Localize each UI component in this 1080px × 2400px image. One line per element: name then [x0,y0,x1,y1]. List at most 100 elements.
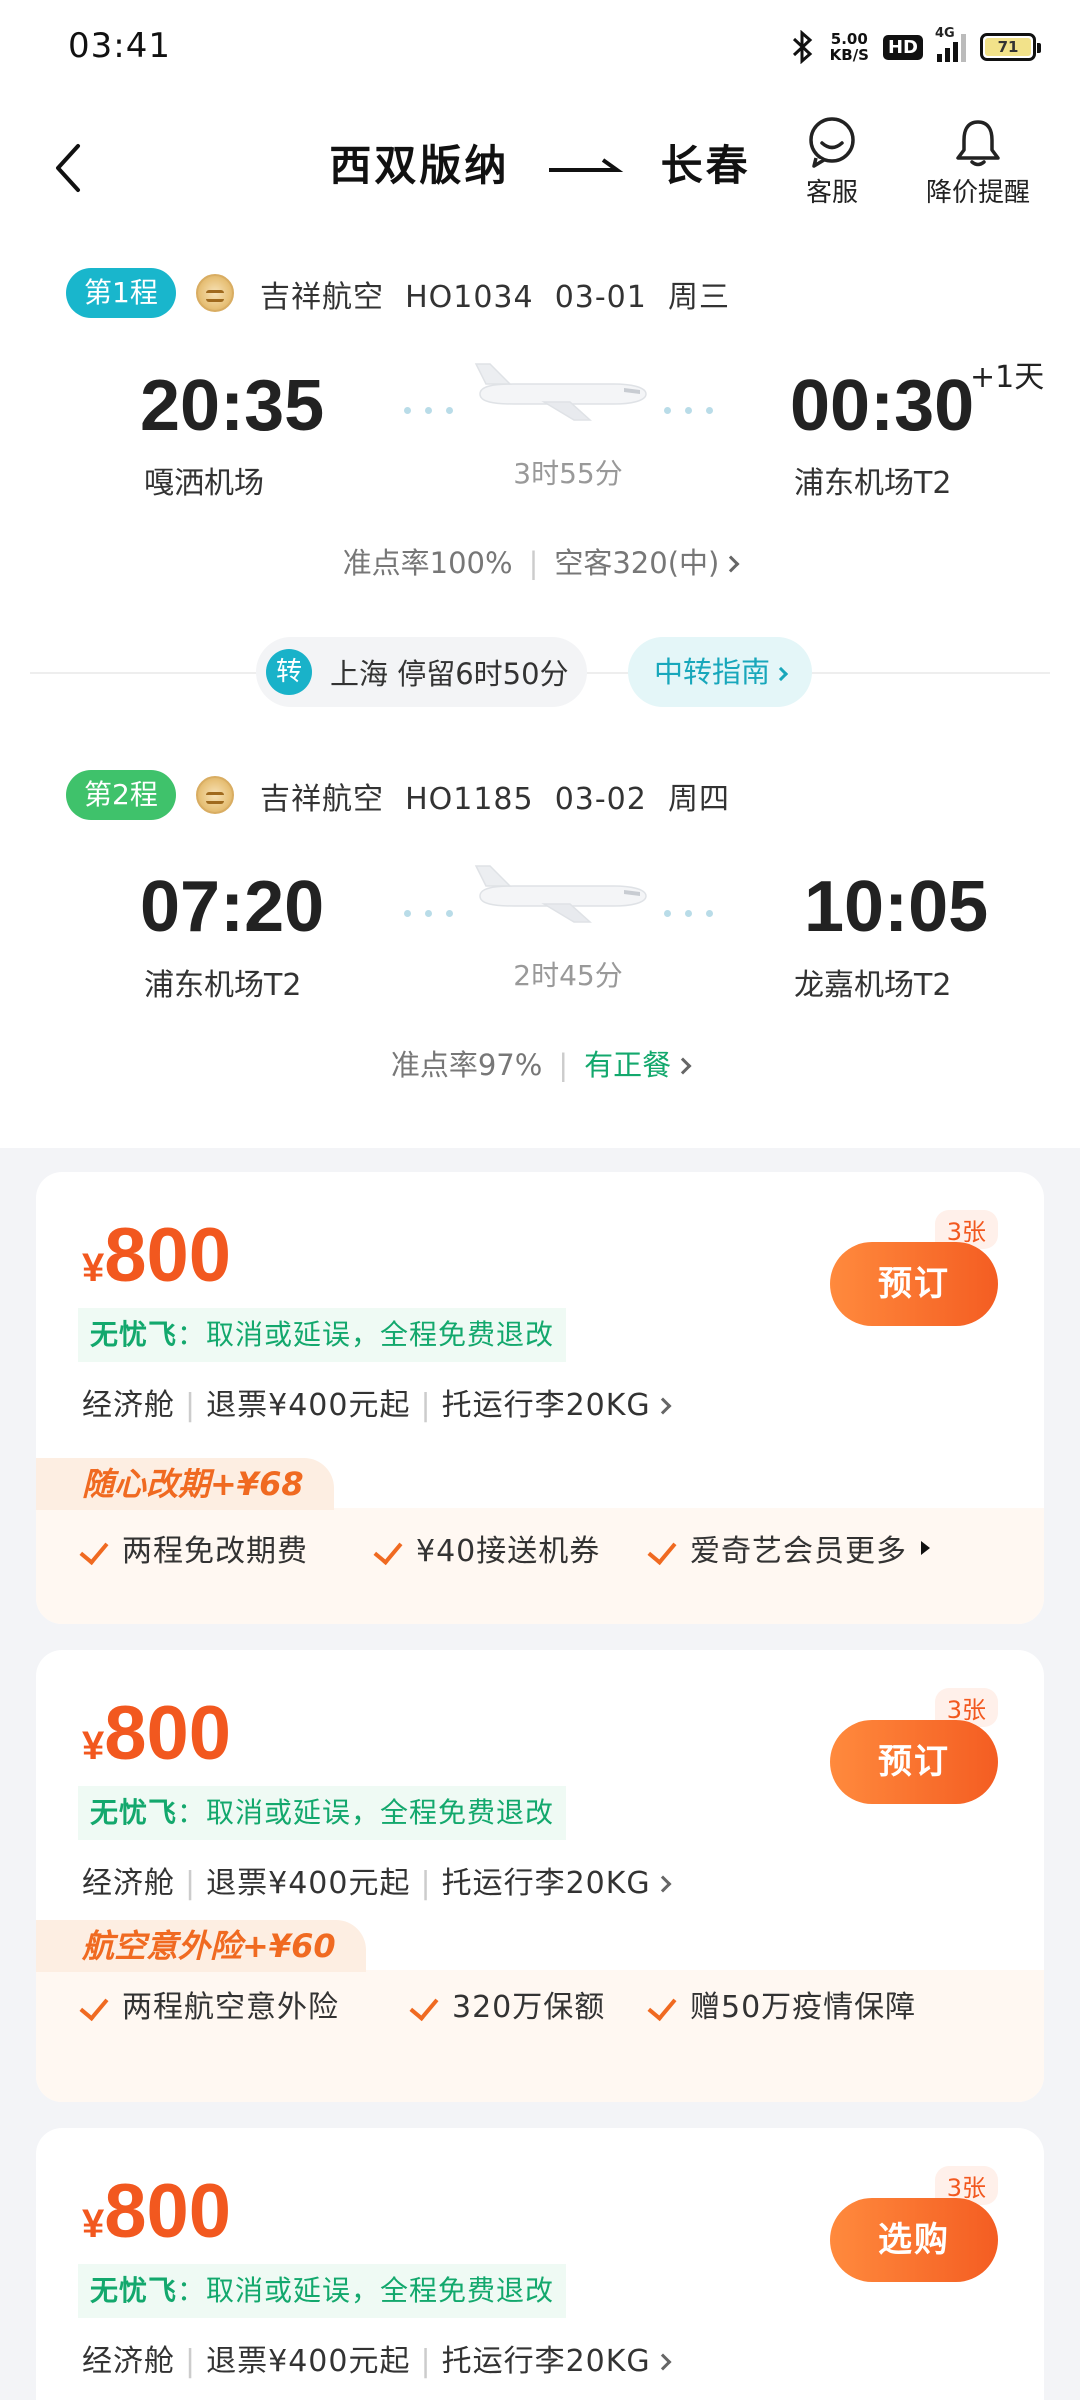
leg-1-aircraft: 空客320(中) [554,546,720,580]
fare-rules[interactable]: 经济舱 | 退票¥400元起 | 托运行李20KG [82,1858,672,1902]
promo-package[interactable]: 航空意外险+¥60 两程航空意外险 320万保额 赠50万疫情保障 [36,1920,1044,2102]
juneyao-logo-icon [196,776,234,814]
promo-title: 航空意外险+¥60 [36,1920,366,1972]
leg-2-arrival-airport: 龙嘉机场T2 [794,968,952,1003]
leg-2-arrival-time: 10:05 [804,867,989,947]
network-speed: 5.00 KB/S [830,31,869,63]
cabin-class: 经济舱 [82,2344,175,2379]
fare-price: ¥800 [82,1212,231,1299]
book-button[interactable]: 预订 [830,1720,998,1804]
leg-2-stats[interactable]: 准点率97% | 有正餐 [0,1042,1080,1084]
leg-2-right-dots [664,910,713,917]
worry-free-text: ：取消或延误，全程免费退改 [177,2274,555,2307]
transfer-guide-label: 中转指南 [654,655,771,689]
refund-policy: 退票¥400元起 [206,2344,411,2379]
worry-free-tag: 无忧飞：取消或延误，全程免费退改 [78,1786,567,1840]
bell-icon [956,120,1000,167]
leg-1-airline: 吉祥航空 [260,280,384,315]
bluetooth-icon [792,30,812,64]
worry-free-text: ：取消或延误，全程免费退改 [177,1796,555,1829]
promo-feature-text: ¥40接送机券 [416,1534,601,1569]
worry-free-tag: 无忧飞：取消或延误，全程免费退改 [78,2264,567,2318]
network-speed-unit: KB/S [829,46,869,64]
hd-icon: HD [882,34,923,60]
fare-currency: ¥ [82,1724,105,1768]
leg-1-day-offset: +1天 [970,360,1045,395]
route-arrow-icon [549,157,624,172]
check-icon [79,1534,109,1566]
leg-2-departure-time: 07:20 [140,867,325,947]
worry-free-tag: 无忧飞：取消或延误，全程免费退改 [78,1308,567,1362]
transfer-guide-button[interactable]: 中转指南 [628,637,813,707]
promo-feature: 赠50万疫情保障 [647,1982,917,2026]
refund-policy: 退票¥400元起 [206,1866,411,1901]
leg-2-badge: 第2程 [66,770,176,820]
leg-1-flight-info: 吉祥航空 HO1034 03-01 周三 [260,272,730,316]
fare-card: ¥800 3张 预订 无忧飞：取消或延误，全程免费退改 经济舱 | 退票¥400元起… [36,1172,1044,1624]
battery-icon: 71 [980,33,1041,61]
chevron-right-icon [722,555,740,573]
leg-1-stats[interactable]: 准点率100% | 空客320(中) [0,540,1080,582]
chevron-right-icon [654,1875,672,1893]
chevron-right-icon [654,2353,672,2371]
fare-price: ¥800 [82,1690,231,1777]
promo-feature: 爱奇艺会员更多 [647,1526,930,1570]
select-button[interactable]: 选购 [830,2198,998,2282]
customer-service-label: 客服 [806,178,859,208]
leg-2-flight-info: 吉祥航空 HO1185 03-02 周四 [260,774,730,818]
leg-1-flight-no: HO1034 [405,280,534,315]
leg-2-ontime: 准点率97% [390,1048,543,1082]
battery-level: 71 [985,38,1031,56]
baggage-allowance: 托运行李20KG [441,1388,651,1423]
cabin-class: 经济舱 [82,1388,175,1423]
promo-feature: 320万保额 [409,1982,606,2026]
signal-label: 4G [935,26,955,41]
refund-policy: 退票¥400元起 [206,1388,411,1423]
promo-feature-text: 赠50万疫情保障 [690,1990,917,2025]
leg-1-departure-time: 20:35 [140,366,325,446]
route-title: 西双版纳 长春 [0,132,1080,193]
destination-city: 长春 [660,141,751,190]
leg-1-weekday: 周三 [667,280,730,315]
book-button[interactable]: 预订 [830,1242,998,1326]
chevron-right-icon [654,1397,672,1415]
fare-currency: ¥ [82,2202,105,2246]
leg-1-arrival-airport: 浦东机场T2 [794,466,952,501]
fare-amount: 800 [104,2169,232,2254]
check-icon [647,1534,677,1566]
airplane-icon [474,363,647,421]
cabin-class: 经济舱 [82,1866,175,1901]
price-alert-button[interactable]: 降价提醒 [926,116,1030,209]
promo-title: 随心改期+¥68 [36,1458,334,1510]
leg-2-meal: 有正餐 [584,1048,672,1082]
origin-city: 西双版纳 [329,141,510,190]
leg-1-badge: 第1程 [66,268,176,318]
leg-1-date: 03-01 [554,280,647,315]
promo-package[interactable]: 随心改期+¥68 两程免改期费 ¥40接送机券 爱奇艺会员更多 [36,1458,1044,1624]
leg-2-date: 03-02 [554,782,647,817]
leg-1-arrival-time: 00:30 [790,366,975,446]
check-icon [647,1990,677,2022]
chevron-right-icon [674,1057,692,1075]
promo-feature-text: 爱奇艺会员更多 [690,1534,907,1569]
network-speed-value: 5.00 [830,30,868,48]
promo-feature: 两程免改期费 [79,1526,308,1570]
chevron-right-icon [773,666,789,682]
leg-1-left-dots [404,407,453,414]
price-alert-label: 降价提醒 [926,178,1031,208]
worry-free-title: 无忧飞 [90,1796,178,1829]
promo-feature-text: 320万保额 [452,1990,606,2025]
leg-1-departure-airport: 嘎洒机场 [144,466,264,501]
leg-1-duration: 3时55分 [513,457,623,490]
status-icons: 5.00 KB/S HD 4G 71 [790,24,1041,70]
fare-rules[interactable]: 经济舱 | 退票¥400元起 | 托运行李20KG [82,1380,672,1424]
transfer-icon: 转 [266,649,312,695]
fare-currency: ¥ [82,1246,105,1290]
fare-rules[interactable]: 经济舱 | 退票¥400元起 | 托运行李20KG [82,2336,672,2380]
leg-2-weekday: 周四 [667,782,730,817]
customer-service-button[interactable]: 客服 [806,116,858,209]
baggage-allowance: 托运行李20KG [441,1866,651,1901]
status-bar: 03:41 5.00 KB/S HD 4G 71 [0,0,1080,96]
check-icon [79,1990,109,2022]
leg-2-airline: 吉祥航空 [260,782,384,817]
